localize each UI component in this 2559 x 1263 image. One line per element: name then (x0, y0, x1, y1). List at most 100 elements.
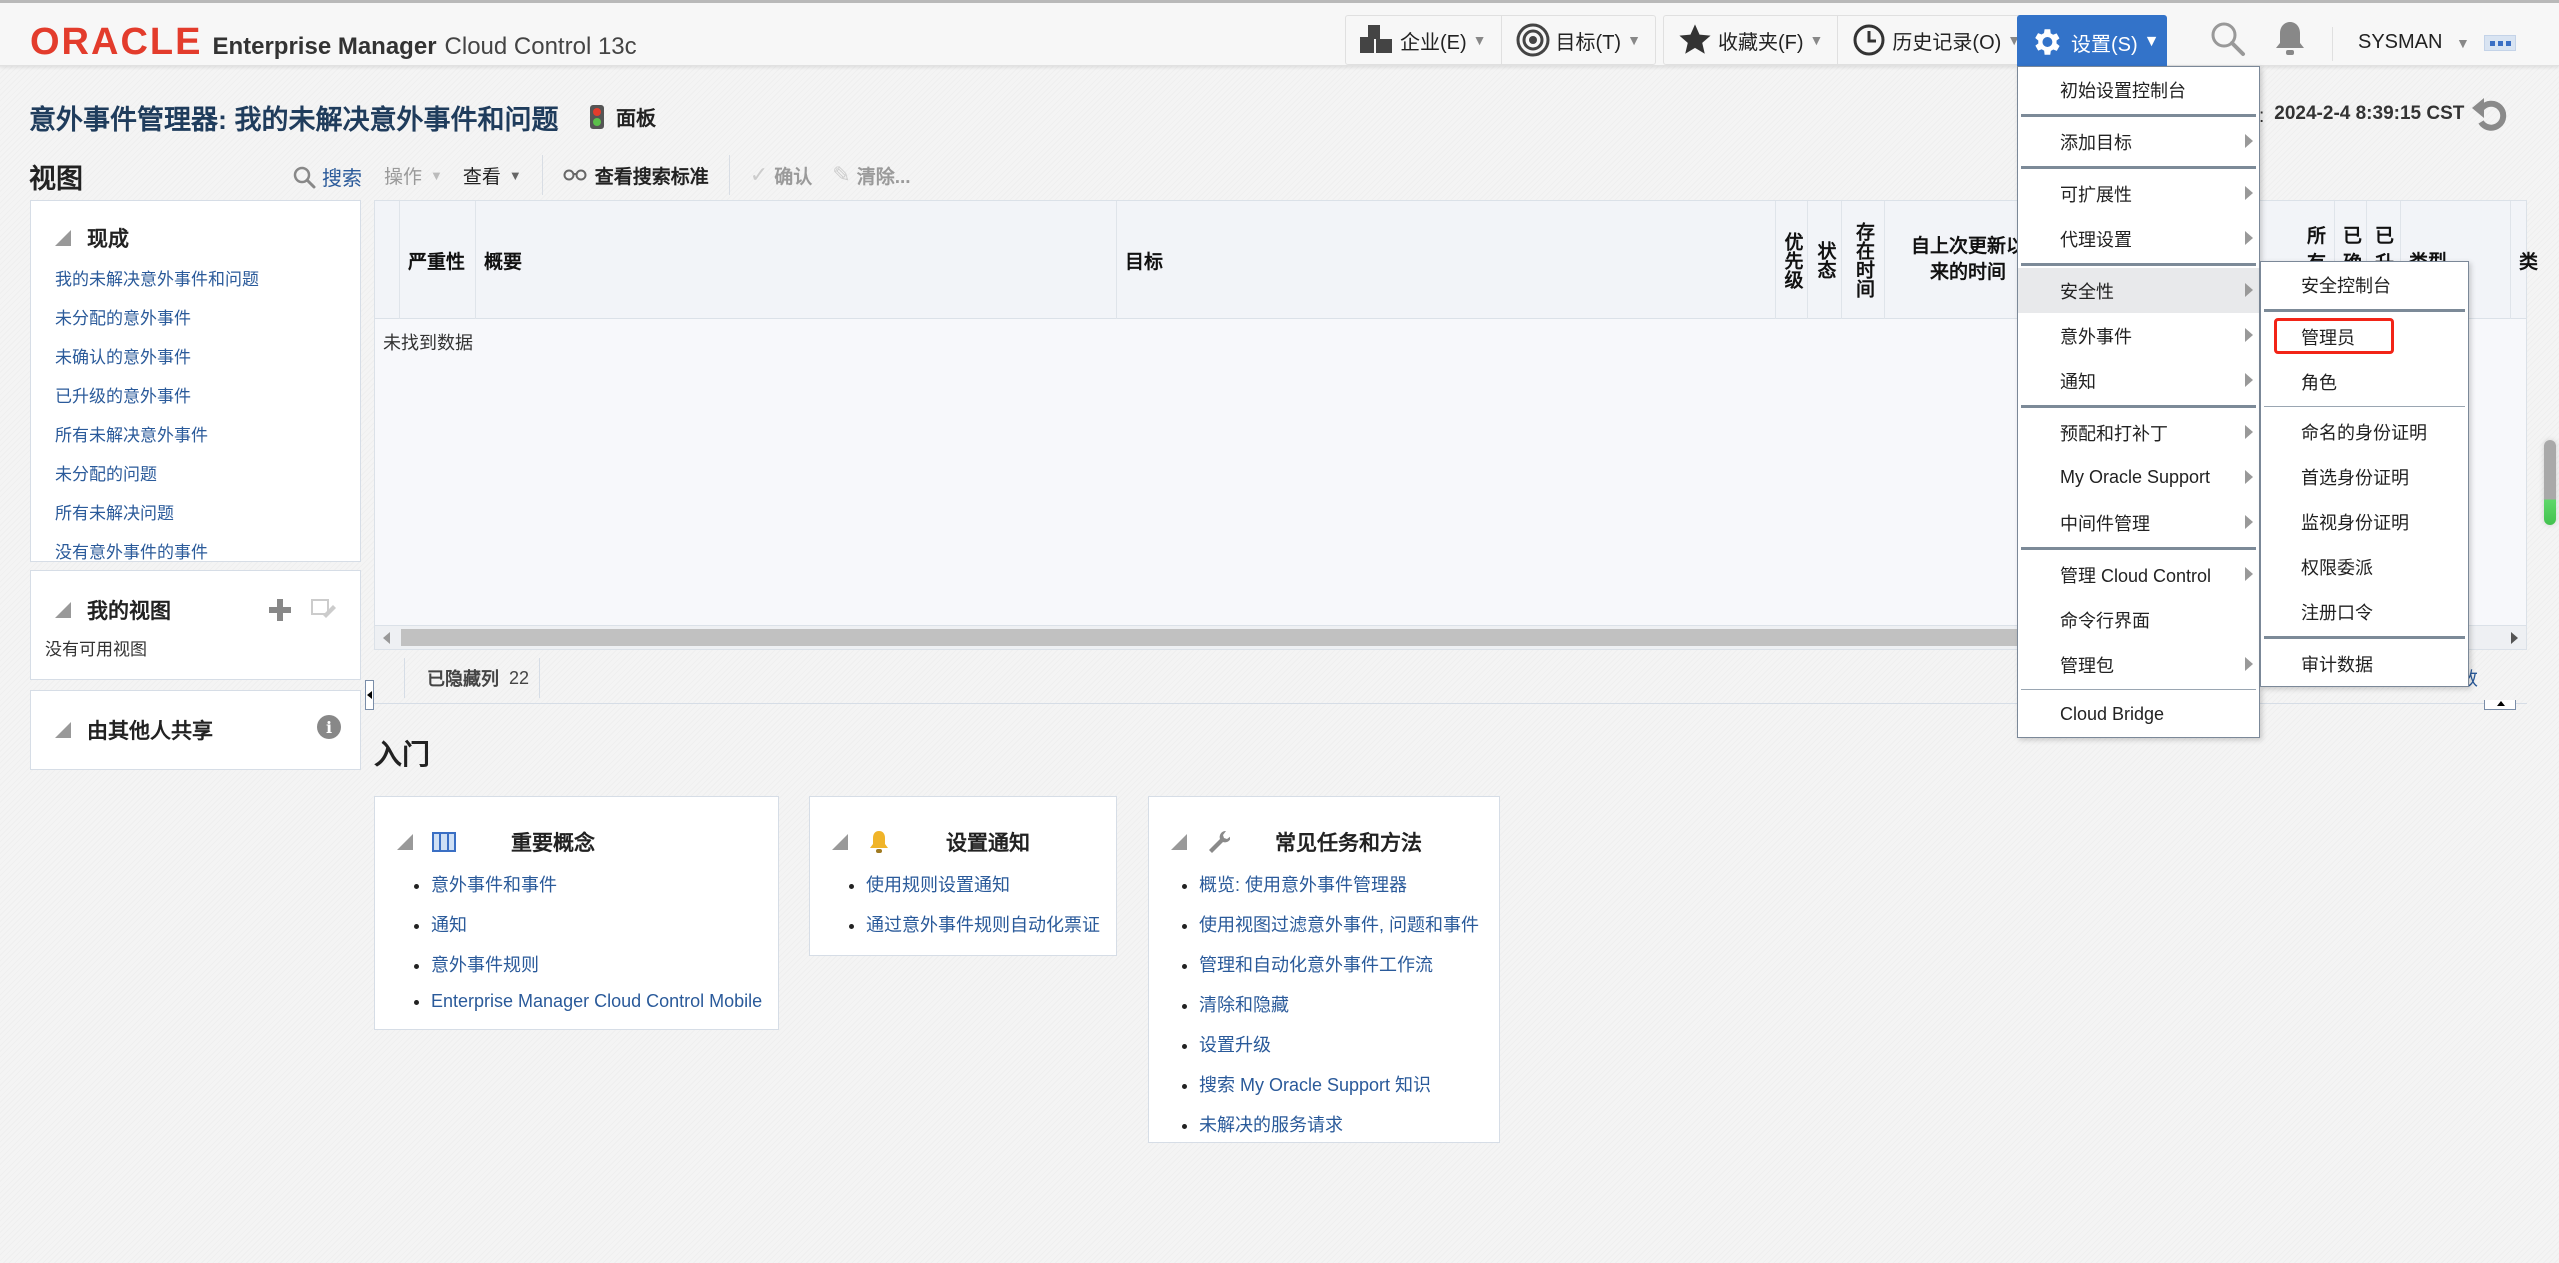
collapse-sidebar-handle[interactable] (365, 680, 374, 710)
clear-button[interactable]: ✎ 清除... (822, 162, 920, 189)
setup-notifications-header[interactable]: 设置通知 (832, 827, 1030, 857)
link-setup-notifications-rules[interactable]: 使用规则设置通知 (866, 875, 1010, 895)
menu-item-extensibility[interactable]: 可扩展性 (2018, 171, 2259, 216)
edit-view-icon[interactable] (311, 597, 337, 626)
list-item: 通过意外事件规则自动化票证 (866, 911, 1100, 937)
submenu-item-roles[interactable]: 角色 (2261, 359, 2468, 404)
link-search-mos[interactable]: 搜索 My Oracle Support 知识 (1199, 1075, 1431, 1095)
link-incident-rules[interactable]: 意外事件规则 (431, 955, 539, 975)
submenu-item-privilege-delegation[interactable]: 权限委派 (2261, 544, 2468, 589)
builtin-views-header[interactable]: 现成 (55, 223, 360, 253)
menu-item-label: 预配和打补丁 (2060, 423, 2168, 444)
refresh-icon[interactable] (2470, 94, 2510, 134)
menu-separator (2021, 263, 2256, 266)
history-menu[interactable]: 历史记录(O) ▼ (1838, 16, 2035, 64)
view-link-escalated[interactable]: 已升级的意外事件 (55, 387, 191, 406)
menu-item-provisioning[interactable]: 预配和打补丁 (2018, 410, 2259, 455)
page-vertical-scrollbar[interactable] (2544, 440, 2556, 525)
collapse-table-handle[interactable] (2484, 700, 2516, 710)
list-item: 使用规则设置通知 (866, 871, 1100, 897)
targets-menu[interactable]: 目标(T) ▼ (1502, 16, 1655, 64)
shared-views-header[interactable]: 由其他人共享 (55, 715, 360, 745)
scroll-left-arrow[interactable] (383, 632, 390, 644)
key-concepts-header[interactable]: 重要概念 (397, 827, 595, 857)
menu-item-security[interactable]: 安全性 (2018, 268, 2259, 313)
views-search-link[interactable]: 搜索 (292, 162, 362, 191)
submenu-item-named-credentials[interactable]: 命名的身份证明 (2261, 409, 2468, 454)
oracle-logo[interactable]: ORACLE Enterprise Manager Cloud Control … (30, 21, 637, 64)
search-button[interactable] (2208, 21, 2248, 61)
submenu-item-monitoring-credentials[interactable]: 监视身份证明 (2261, 499, 2468, 544)
menu-item-manage-cloud-control[interactable]: 管理 Cloud Control (2018, 552, 2259, 597)
submenu-item-preferred-credentials[interactable]: 首选身份证明 (2261, 454, 2468, 499)
actions-menu[interactable]: 操作 ▼ (374, 162, 453, 189)
menu-item-add-target[interactable]: 添加目标 (2018, 119, 2259, 164)
no-data-message: 未找到数据 (383, 333, 473, 353)
product-name: Enterprise Manager (212, 33, 437, 60)
enterprise-menu[interactable]: 企业(E) ▼ (1346, 16, 1502, 64)
column-header-target[interactable]: 目标 (1117, 201, 1776, 319)
column-header-status[interactable]: 状态 (1808, 201, 1842, 319)
link-filter-views[interactable]: 使用视图过滤意外事件, 问题和事件 (1199, 915, 1479, 935)
view-link-all-open-problems[interactable]: 所有未解决问题 (55, 504, 174, 523)
view-link-unassigned-problems[interactable]: 未分配的问题 (55, 465, 157, 484)
view-link: 没有意外事件的事件 (55, 538, 360, 563)
view-link-all-open[interactable]: 所有未解决意外事件 (55, 426, 208, 445)
link-em-mobile[interactable]: Enterprise Manager Cloud Control Mobile (431, 991, 762, 1011)
link-setup-escalation[interactable]: 设置升级 (1199, 1035, 1271, 1055)
page-title: 意外事件管理器: 我的未解决意外事件和问题 (29, 105, 559, 135)
column-header-severity[interactable]: 严重性 (400, 201, 476, 319)
enterprise-icon (1360, 23, 1394, 57)
view-link-unacknowledged[interactable]: 未确认的意外事件 (55, 348, 191, 367)
collapse-triangle-icon (1171, 834, 1187, 850)
menu-item-notifications[interactable]: 通知 (2018, 358, 2259, 403)
link-automate-tickets[interactable]: 通过意外事件规则自动化票证 (866, 915, 1100, 935)
link-open-srs[interactable]: 未解决的服务请求 (1199, 1115, 1343, 1135)
submenu-item-security-console[interactable]: 安全控制台 (2261, 262, 2468, 307)
menu-item-my-oracle-support[interactable]: My Oracle Support (2018, 455, 2259, 500)
menu-item-label: 中间件管理 (2060, 513, 2150, 534)
view-link-events-without-incidents[interactable]: 没有意外事件的事件 (55, 543, 208, 562)
notifications-button[interactable] (2270, 21, 2310, 61)
menu-item-agent-settings[interactable]: 代理设置 (2018, 216, 2259, 261)
view-search-criteria-button[interactable]: 查看搜索标准 (553, 162, 719, 189)
column-header-priority[interactable]: 优先级 (1776, 201, 1808, 319)
view-link-my-open[interactable]: 我的未解决意外事件和问题 (55, 270, 259, 289)
favorites-menu[interactable]: 收藏夹(F) ▼ (1664, 16, 1839, 64)
link-manage-workflow[interactable]: 管理和自动化意外事件工作流 (1199, 955, 1433, 975)
column-header-category[interactable]: 类 (2511, 201, 2538, 319)
link-incidents-and-events[interactable]: 意外事件和事件 (431, 875, 557, 895)
settings-menu-button[interactable]: 设置(S) ▼ (2017, 15, 2167, 69)
column-header-summary[interactable]: 概要 (476, 201, 1117, 319)
menu-item-incidents[interactable]: 意外事件 (2018, 313, 2259, 358)
menu-item-cli[interactable]: 命令行界面 (2018, 597, 2259, 642)
link-overview[interactable]: 概览: 使用意外事件管理器 (1199, 875, 1407, 895)
acknowledge-button[interactable]: ✓ 确认 (740, 162, 822, 189)
user-menu[interactable]: SYSMAN ▼ (2358, 31, 2470, 54)
menu-item-middleware[interactable]: 中间件管理 (2018, 500, 2259, 545)
view-link-unassigned-incidents[interactable]: 未分配的意外事件 (55, 309, 191, 328)
scroll-right-arrow[interactable] (2511, 632, 2518, 644)
column-header-age[interactable]: 存在时间 (1842, 201, 1885, 319)
menu-item-label: 通知 (2060, 371, 2096, 392)
shared-views-panel: 由其他人共享 i (30, 690, 361, 770)
info-icon[interactable]: i (317, 715, 341, 739)
search-icon (292, 165, 316, 189)
dashboard-button[interactable]: 面板 (590, 102, 656, 131)
hidden-columns-indicator[interactable]: 已隐藏列 22 (404, 658, 541, 698)
common-tasks-header[interactable]: 常见任务和方法 (1171, 827, 1422, 857)
more-options-button[interactable] (2484, 35, 2516, 51)
menu-separator (2021, 689, 2256, 690)
submenu-item-audit-data[interactable]: 审计数据 (2261, 641, 2468, 686)
add-view-icon[interactable] (267, 597, 293, 628)
link-clear-hide[interactable]: 清除和隐藏 (1199, 995, 1289, 1015)
submenu-item-registration-passwords[interactable]: 注册口令 (2261, 589, 2468, 634)
menu-item-initial-setup[interactable]: 初始设置控制台 (2018, 67, 2259, 112)
menu-item-label: 可扩展性 (2060, 184, 2132, 205)
key-concepts-list: 意外事件和事件 通知 意外事件规则 Enterprise Manager Clo… (431, 871, 762, 1026)
view-menu[interactable]: 查看 ▼ (453, 162, 532, 189)
link-notifications[interactable]: 通知 (431, 915, 467, 935)
menu-item-cloud-bridge[interactable]: Cloud Bridge (2018, 692, 2259, 737)
nav-group-favorites: 收藏夹(F) ▼ 历史记录(O) ▼ (1663, 15, 2037, 65)
menu-item-management-packs[interactable]: 管理包 (2018, 642, 2259, 687)
